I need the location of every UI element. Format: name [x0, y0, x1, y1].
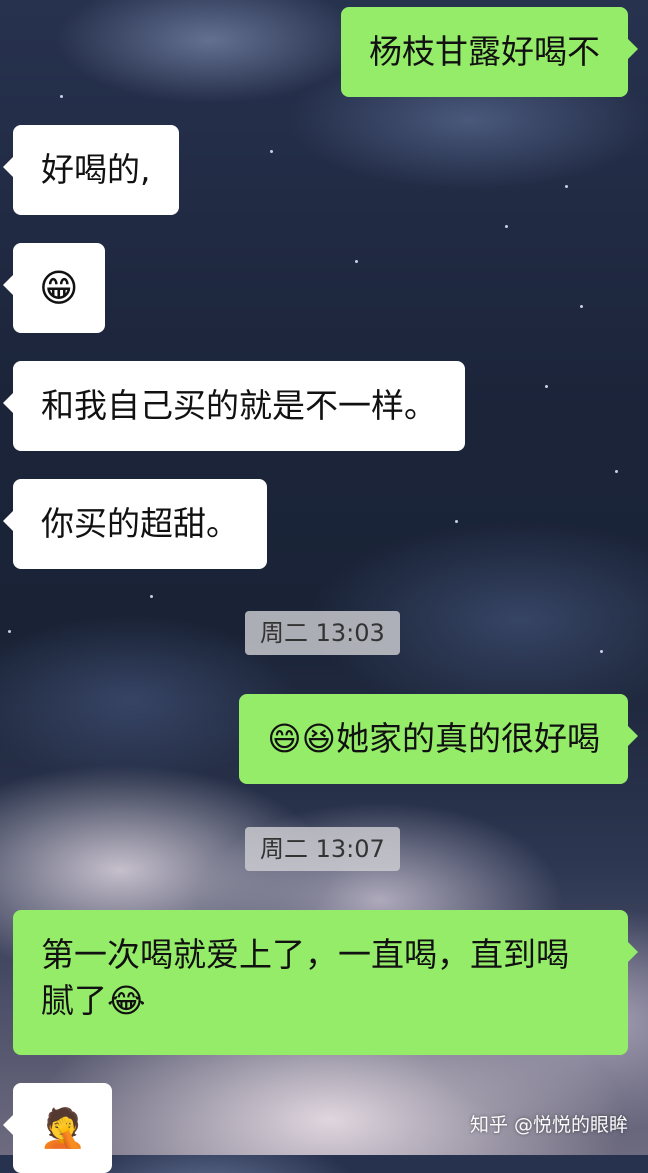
star-decoration	[545, 385, 548, 388]
star-decoration	[355, 260, 358, 263]
message-bubble-received[interactable]: 你买的超甜。	[3, 479, 267, 569]
star-decoration	[615, 470, 618, 473]
star-decoration	[600, 650, 603, 653]
message-bubble-sent[interactable]: 第一次喝就爱上了，一直喝，直到喝腻了😂	[13, 910, 638, 1055]
star-decoration	[580, 305, 583, 308]
star-decoration	[8, 630, 11, 633]
message-bubble-received-emoji[interactable]: 😁	[3, 243, 105, 333]
watermark: 知乎 @悦悦的眼眸	[469, 1114, 628, 1136]
star-decoration	[455, 520, 458, 523]
message-bubble-sent[interactable]: 杨枝甘露好喝不	[341, 7, 638, 97]
star-decoration	[565, 185, 568, 188]
star-decoration	[60, 95, 63, 98]
message-bubble-sent[interactable]: 😄😆她家的真的很好喝	[239, 694, 638, 784]
message-timestamp: 周二 13:03	[245, 611, 400, 655]
message-bubble-received[interactable]: 好喝的,	[3, 125, 179, 215]
star-decoration	[150, 595, 153, 598]
message-bubble-received[interactable]: 和我自己买的就是不一样。	[3, 361, 465, 451]
message-bubble-received-emoji[interactable]: 🤦	[2, 1083, 113, 1173]
message-timestamp: 周二 13:07	[245, 827, 400, 871]
star-decoration	[270, 150, 273, 153]
star-decoration	[505, 225, 508, 228]
